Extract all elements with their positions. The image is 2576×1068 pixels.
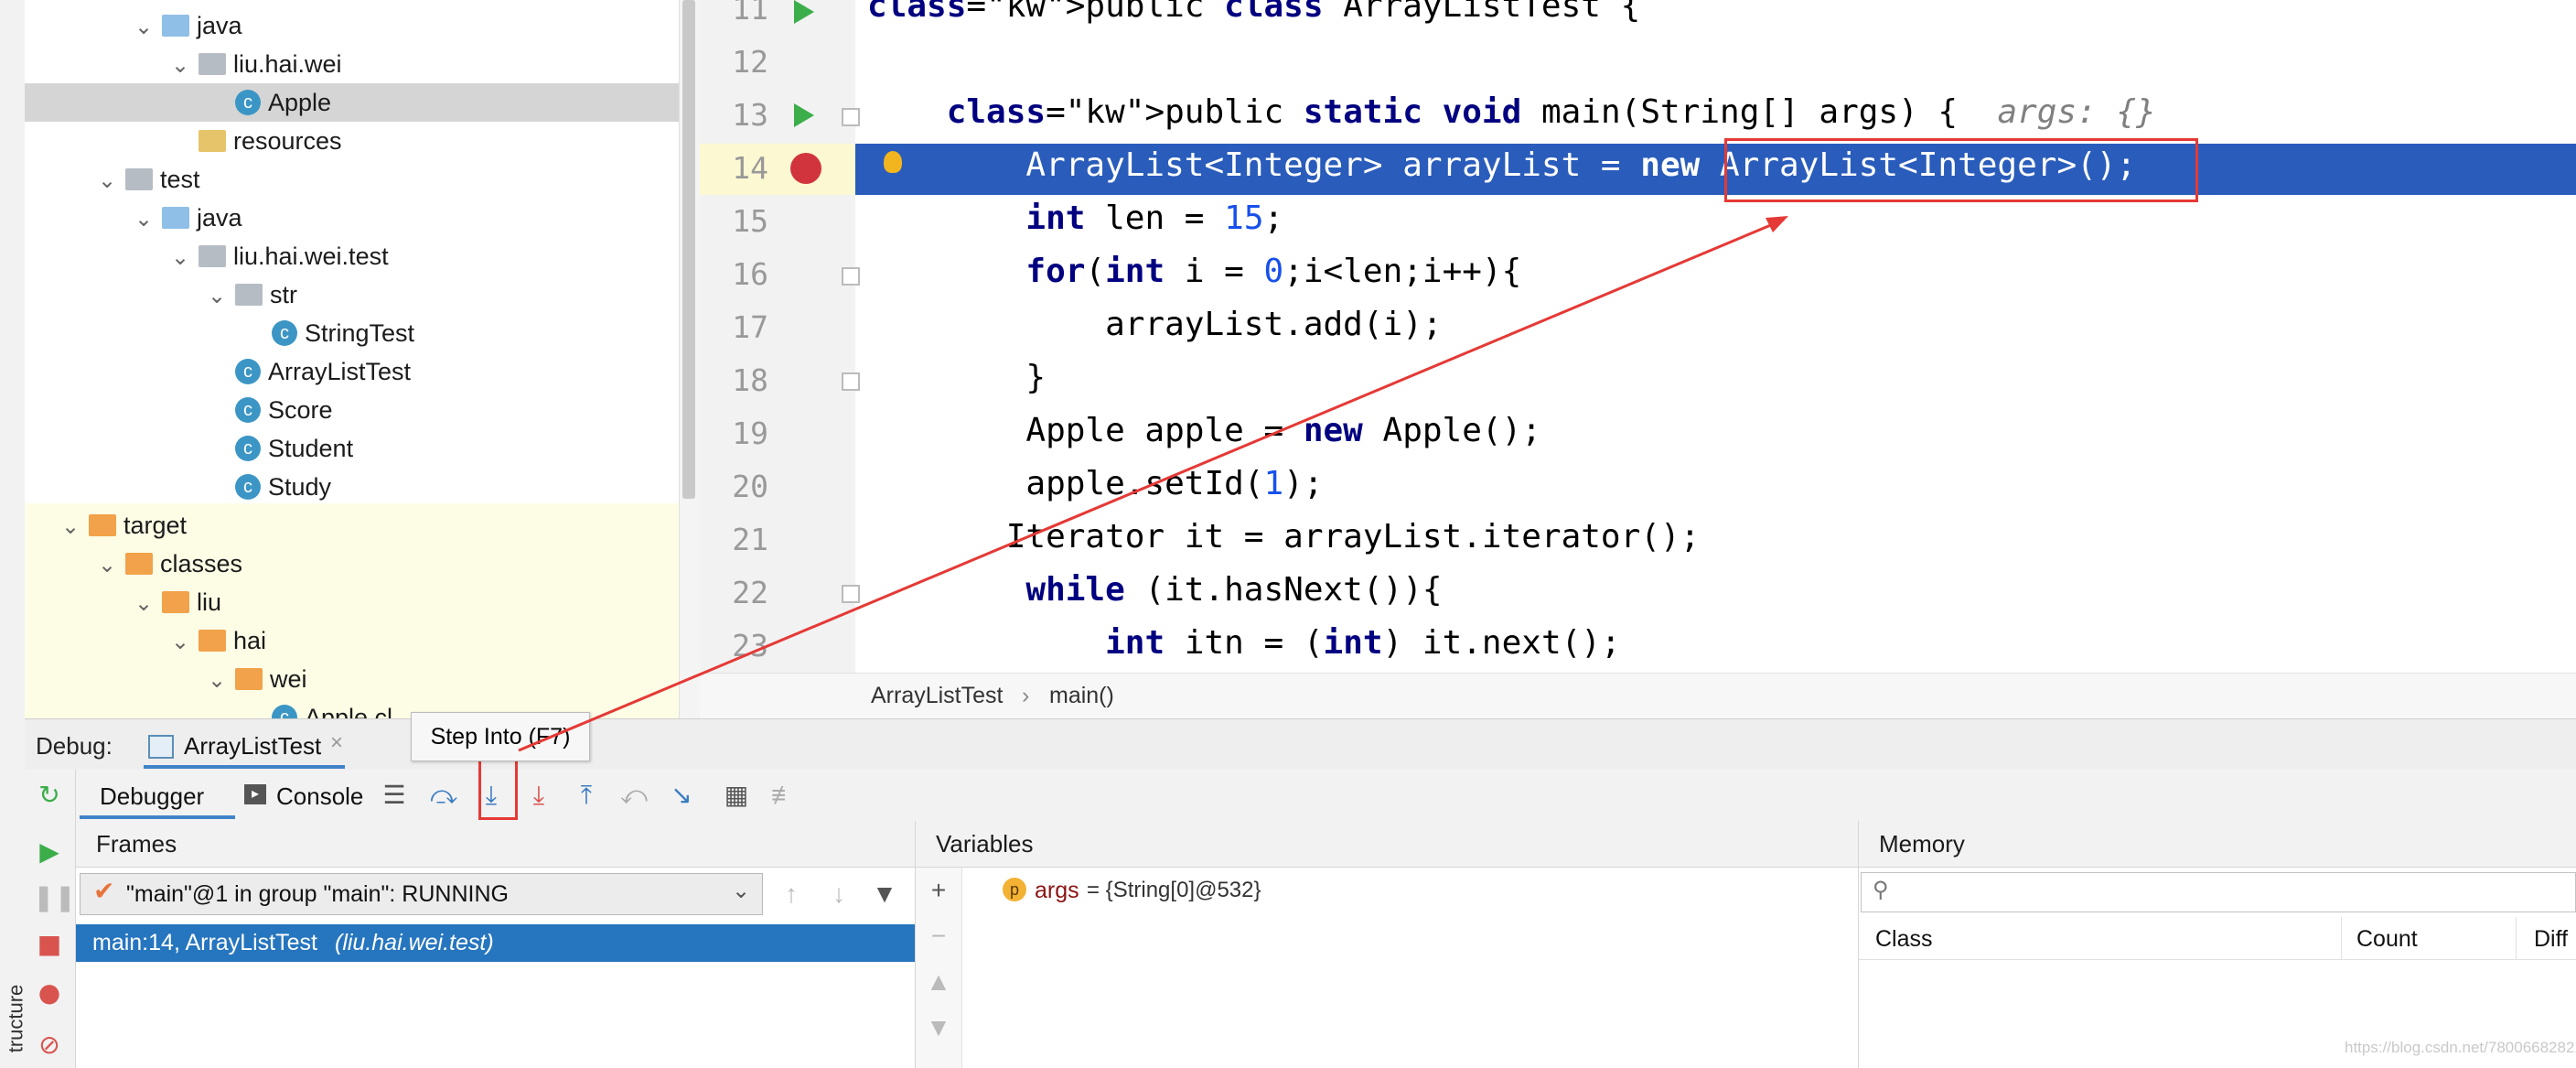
annotation-arrow <box>518 216 1788 752</box>
